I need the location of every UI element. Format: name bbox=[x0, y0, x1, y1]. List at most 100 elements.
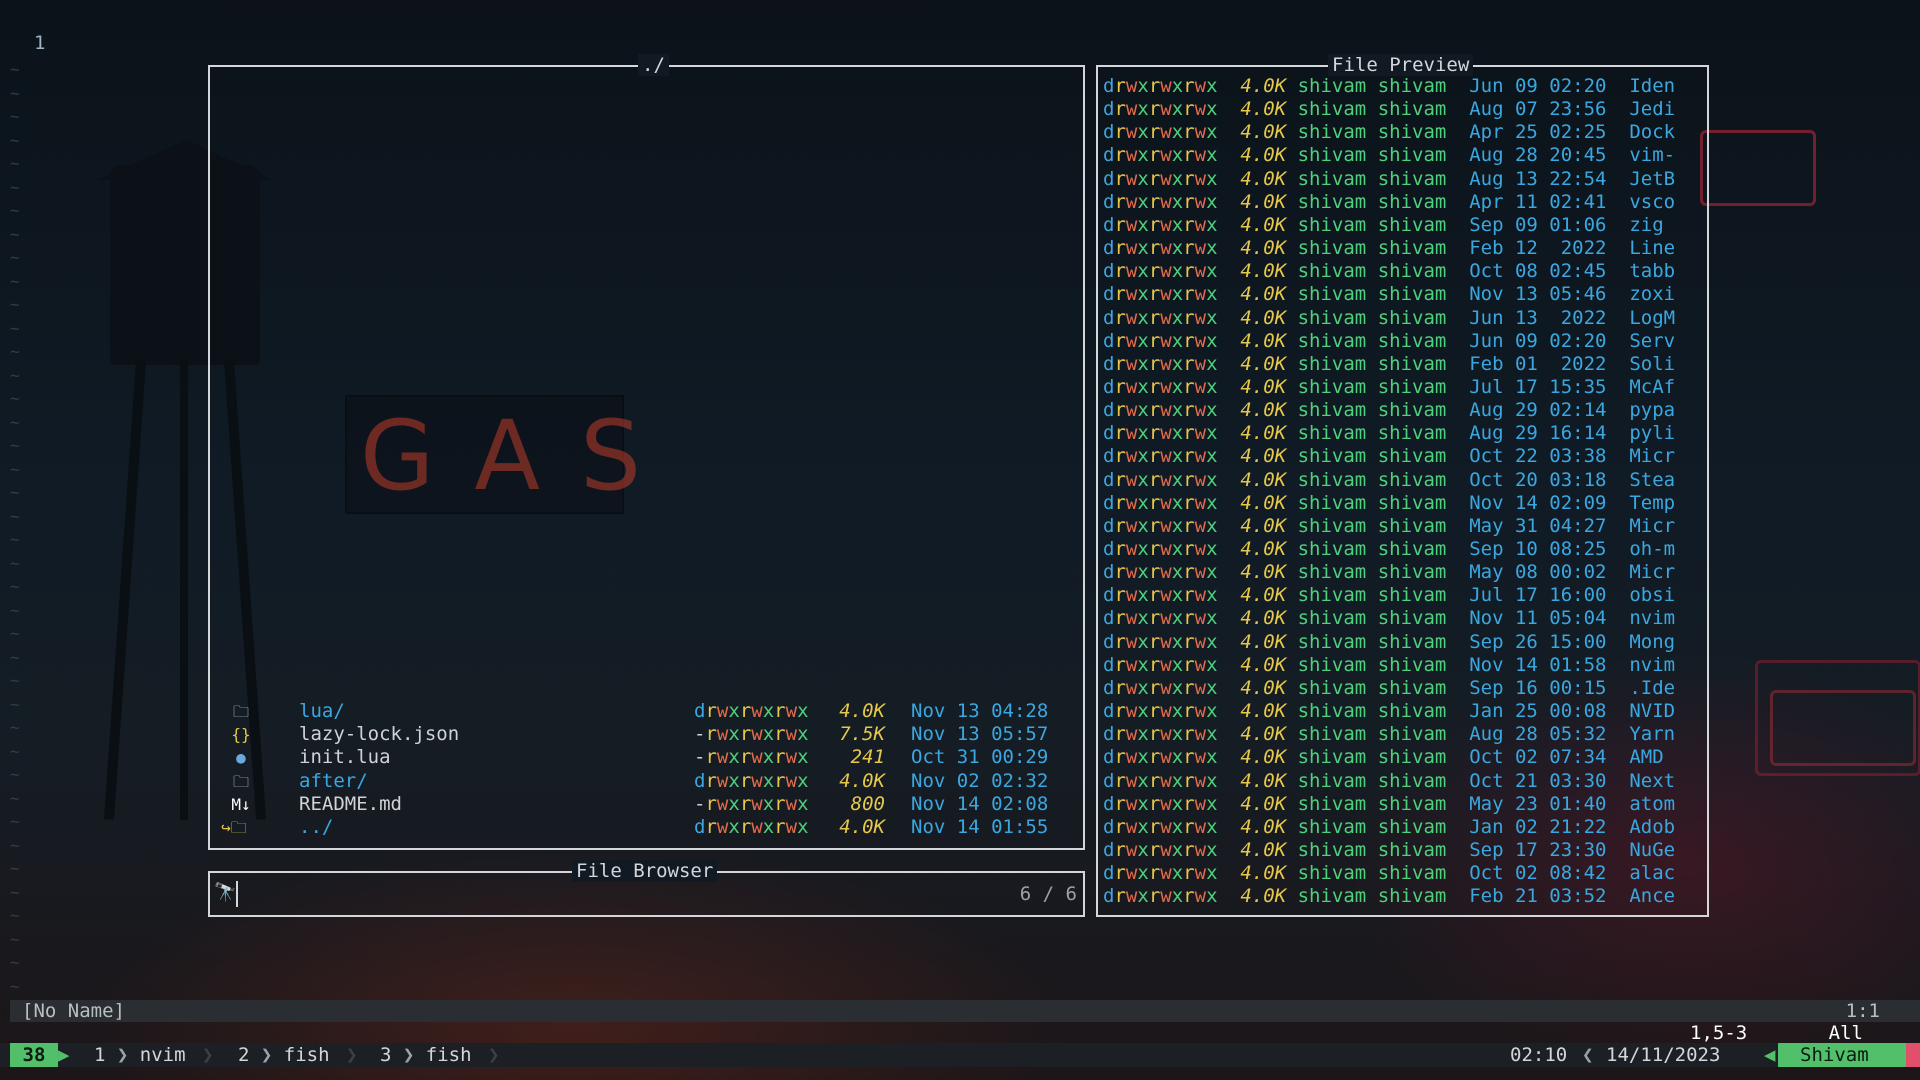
tilde-marker: ~ bbox=[10, 483, 20, 502]
list-item[interactable]: ● init.lua -rwxrwxrwx 241 Oct 31 00:29 bbox=[210, 746, 1083, 769]
preview-size: 4.0K bbox=[1217, 75, 1298, 97]
preview-permissions: drwxrwxrwx bbox=[1103, 885, 1218, 908]
preview-permissions: drwxrwxrwx bbox=[1103, 815, 1218, 838]
file-date: Nov 13 04:28 bbox=[911, 700, 1049, 722]
preview-group: shivam bbox=[1377, 375, 1470, 398]
preview-row: drwxrwxrwx 4.0K shivam shivam Jan 25 00:… bbox=[1103, 700, 1675, 723]
preview-group: shivam bbox=[1377, 144, 1470, 167]
folder-icon: 🗀 bbox=[232, 702, 249, 721]
window-index: 2 bbox=[238, 1044, 250, 1066]
preview-group: shivam bbox=[1377, 584, 1470, 607]
separator-icon: ❯ bbox=[488, 1044, 500, 1066]
preview-date: Jan 25 00:08 bbox=[1469, 700, 1630, 723]
lua-icon: ● bbox=[236, 748, 246, 768]
preview-name: obsi bbox=[1629, 584, 1676, 607]
tilde-marker: ~ bbox=[10, 318, 20, 338]
clock-date: 14/11/2023 bbox=[1606, 1044, 1721, 1066]
preview-row: drwxrwxrwx 4.0K shivam shivam May 23 01:… bbox=[1103, 793, 1675, 816]
preview-user: shivam bbox=[1297, 213, 1378, 236]
preview-name: Line bbox=[1629, 237, 1676, 260]
preview-user: shivam bbox=[1297, 792, 1378, 815]
preview-row: drwxrwxrwx 4.0K shivam shivam Aug 29 02:… bbox=[1103, 399, 1675, 422]
file-date: Oct 31 00:29 bbox=[911, 746, 1049, 769]
preview-size: 4.0K bbox=[1217, 700, 1298, 723]
preview-permissions: drwxrwxrwx bbox=[1103, 723, 1218, 746]
preview-user: shivam bbox=[1297, 468, 1378, 491]
list-item[interactable]: M↓ README.md -rwxrwxrwx 800 Nov 14 02:08 bbox=[210, 793, 1083, 816]
arrow-left-icon: ◀ bbox=[1764, 1044, 1776, 1066]
preview-name: alac bbox=[1629, 862, 1676, 885]
file-name: init.lua bbox=[299, 746, 391, 769]
preview-permissions: drwxrwxrwx bbox=[1103, 190, 1218, 213]
preview-date: May 31 04:27 bbox=[1469, 514, 1630, 537]
list-item[interactable]: ↪🗀 ../ drwxrwxrwx 4.0K Nov 14 01:55 bbox=[210, 816, 1083, 839]
preview-permissions: drwxrwxrwx bbox=[1103, 144, 1218, 167]
tilde-marker: ~ bbox=[10, 154, 20, 173]
file-browser-title: File Browser bbox=[572, 860, 718, 882]
file-preview-panel: File Preview drwxrwxrwx 4.0K shivam shiv… bbox=[1096, 54, 1709, 917]
file-search-input[interactable] bbox=[236, 881, 846, 907]
preview-row: drwxrwxrwx 4.0K shivam shivam Aug 28 05:… bbox=[1103, 723, 1675, 746]
list-item[interactable]: 🗀 lua/drwxrwxrwx 4.0K Nov 13 04:28 bbox=[210, 700, 1083, 723]
tmux-window-3[interactable]: 3 ❯ fish bbox=[380, 1043, 472, 1067]
preview-group: shivam bbox=[1377, 306, 1470, 329]
preview-name: LogM bbox=[1629, 306, 1676, 329]
preview-size: 4.0K bbox=[1217, 491, 1298, 514]
preview-size: 4.0K bbox=[1217, 329, 1298, 352]
preview-name: zoxi bbox=[1629, 283, 1676, 306]
preview-permissions: drwxrwxrwx bbox=[1103, 422, 1218, 445]
preview-row: drwxrwxrwx 4.0K shivam shivam Jan 02 21:… bbox=[1103, 816, 1675, 839]
tilde-marker: ~ bbox=[10, 107, 20, 126]
tmux-window-1[interactable]: 1 ❯ nvim bbox=[94, 1043, 186, 1067]
preview-name: Iden bbox=[1629, 75, 1676, 97]
tilde-marker: ~ bbox=[10, 577, 20, 596]
preview-permissions: drwxrwxrwx bbox=[1103, 213, 1218, 236]
preview-row: drwxrwxrwx 4.0K shivam shivam May 08 00:… bbox=[1103, 561, 1675, 584]
preview-name: atom bbox=[1629, 792, 1676, 815]
preview-date: Nov 14 01:58 bbox=[1469, 653, 1630, 676]
window-name: fish bbox=[283, 1044, 330, 1066]
tilde-marker: ~ bbox=[10, 506, 20, 526]
list-item[interactable]: 🗀 after/drwxrwxrwx 4.0K Nov 02 02:32 bbox=[210, 770, 1083, 793]
tilde-marker: ~ bbox=[10, 60, 20, 79]
separator-icon: ❯ bbox=[346, 1044, 358, 1066]
file-size: 4.0K bbox=[839, 769, 885, 792]
tilde-marker: ~ bbox=[10, 953, 20, 972]
preview-permissions: drwxrwxrwx bbox=[1103, 676, 1218, 699]
tilde-marker: ~ bbox=[10, 459, 20, 479]
preview-row: drwxrwxrwx 4.0K shivam shivam Jul 17 16:… bbox=[1103, 584, 1675, 607]
clock-time: 02:10 bbox=[1510, 1044, 1568, 1066]
preview-group: shivam bbox=[1377, 98, 1470, 121]
preview-permissions: drwxrwxrwx bbox=[1103, 352, 1218, 375]
preview-date: Oct 02 07:34 bbox=[1469, 746, 1630, 769]
preview-name: oh-m bbox=[1629, 538, 1676, 560]
preview-name: Micr bbox=[1629, 445, 1676, 468]
file-size: 4.0K bbox=[839, 816, 885, 838]
preview-size: 4.0K bbox=[1217, 98, 1298, 121]
preview-date: Sep 26 15:00 bbox=[1469, 630, 1630, 653]
preview-user: shivam bbox=[1297, 260, 1378, 283]
preview-date: May 08 00:02 bbox=[1469, 561, 1630, 584]
preview-user: shivam bbox=[1297, 306, 1378, 329]
preview-date: Feb 12 2022 bbox=[1469, 237, 1630, 260]
preview-size: 4.0K bbox=[1217, 561, 1298, 584]
preview-user: shivam bbox=[1297, 283, 1378, 306]
tilde-marker: ~ bbox=[10, 835, 20, 855]
chevron-right-icon: ❯ bbox=[391, 1044, 426, 1066]
preview-row: drwxrwxrwx 4.0K shivam shivam May 31 04:… bbox=[1103, 515, 1675, 538]
preview-row: drwxrwxrwx 4.0K shivam shivam Aug 13 22:… bbox=[1103, 168, 1675, 191]
list-item[interactable]: {} lazy-lock.json -rwxrwxrwx 7.5K Nov 13 05:… bbox=[210, 723, 1083, 746]
preview-user: shivam bbox=[1297, 167, 1378, 190]
preview-date: Jun 13 2022 bbox=[1469, 306, 1630, 329]
preview-name: AMD bbox=[1629, 746, 1664, 769]
preview-group: shivam bbox=[1377, 237, 1470, 260]
tmux-window-2[interactable]: 2 ❯ fish bbox=[238, 1043, 330, 1067]
preview-size: 4.0K bbox=[1217, 630, 1298, 653]
preview-date: Oct 02 08:42 bbox=[1469, 862, 1630, 885]
file-size: 800 bbox=[850, 792, 885, 815]
file-browser-prompt: File Browser 🔭 6 / 6 bbox=[208, 860, 1085, 917]
tilde-marker: ~ bbox=[10, 859, 20, 878]
preview-name: .Ide bbox=[1629, 676, 1676, 699]
chevron-right-icon: ❯ bbox=[249, 1044, 284, 1066]
tilde-marker: ~ bbox=[10, 741, 20, 761]
